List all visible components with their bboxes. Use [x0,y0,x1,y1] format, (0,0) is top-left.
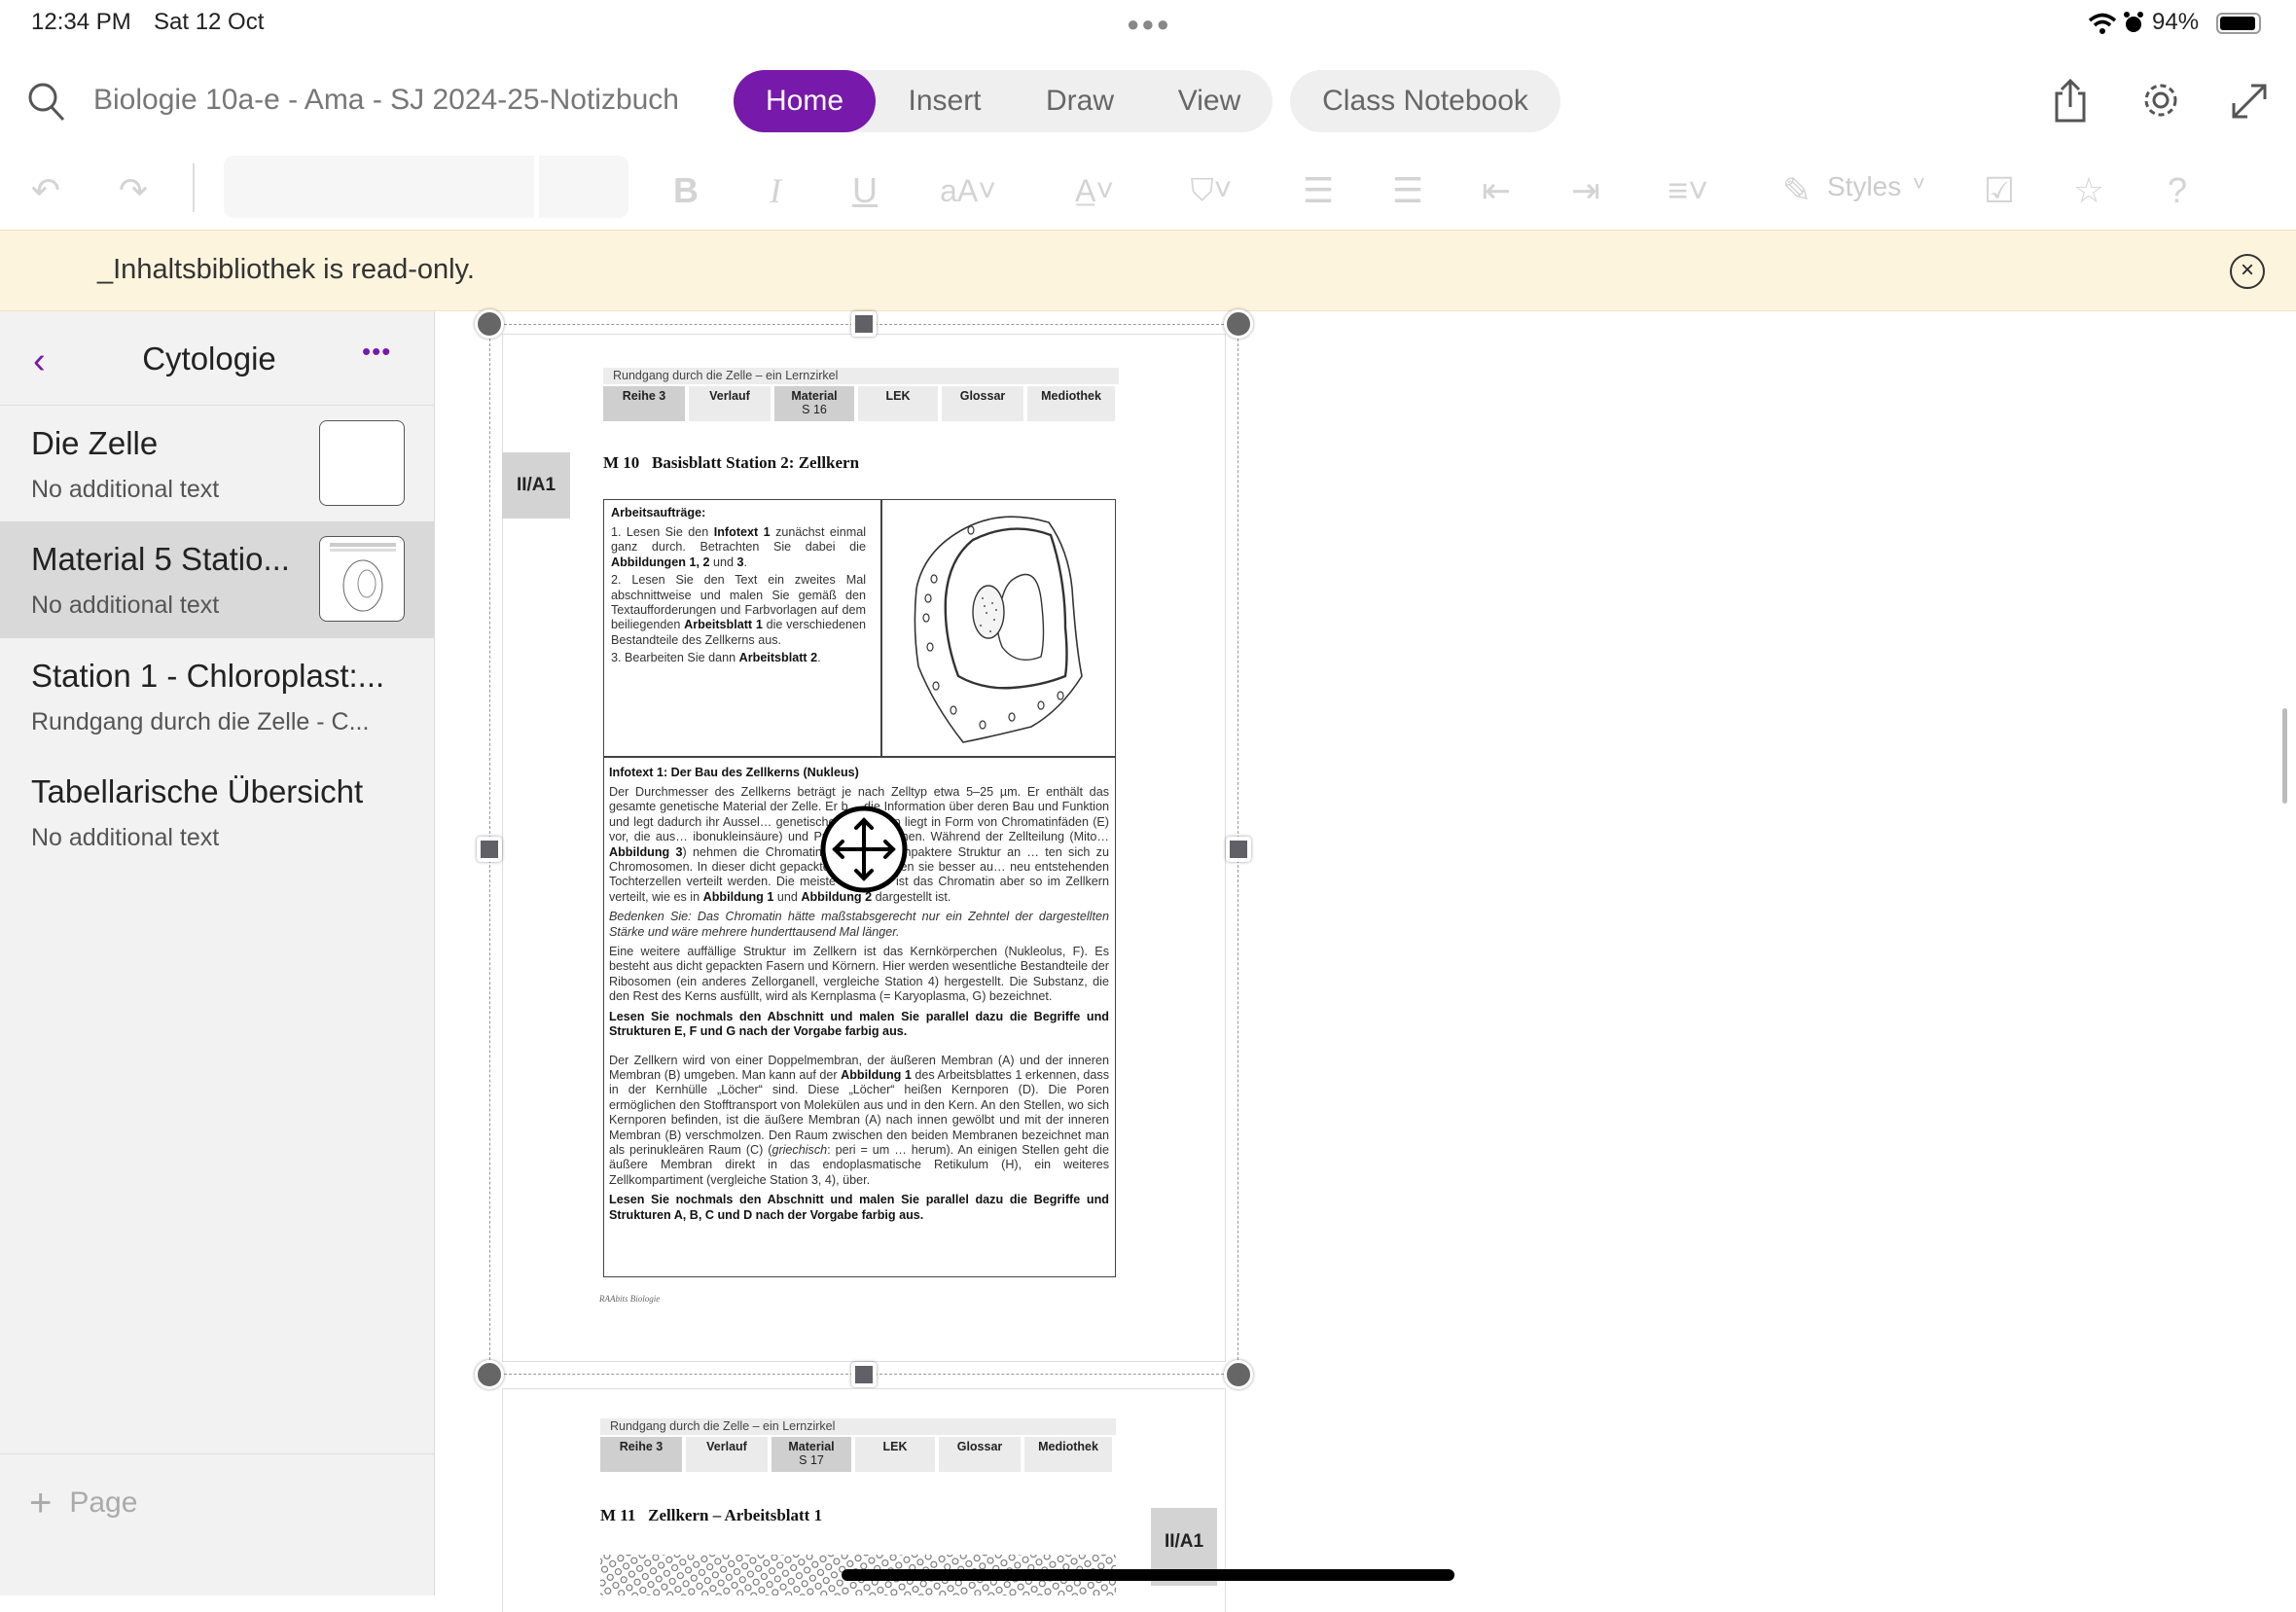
share-icon[interactable] [2051,78,2090,123]
doc-nav-tab: Mediothek [1024,1437,1112,1472]
doc-nav-tab-label: Reihe 3 [619,1440,664,1453]
alignment-icon[interactable]: ≡˅ [1649,163,1727,218]
add-page-button[interactable]: + Page [29,1479,137,1527]
tab-view[interactable]: View [1148,70,1271,132]
doc-nav-tab: Glossar [939,1437,1021,1472]
doc-nav-tab: Reihe 3 [600,1437,682,1472]
expand-icon[interactable] [2230,82,2269,121]
battery-icon [2216,13,2261,34]
doc-nav-tab: LEK [855,1437,935,1472]
underline-icon[interactable]: U [841,163,889,218]
page-item-title: Station 1 - Chloroplast:... [31,658,385,694]
more-options-icon[interactable]: ••• [362,337,391,367]
page-item-tabellarische-uebersicht[interactable]: Tabellarische Übersicht No additional te… [0,754,434,871]
resize-handle-top-left[interactable] [475,309,504,339]
close-icon[interactable]: × [2230,254,2265,289]
battery-percent: 94% [2152,9,2200,35]
doc-nav-tab-label: Material [788,1440,835,1453]
notebook-title[interactable]: Biologie 10a-e - Ama - SJ 2024-25-Notizb… [93,84,679,117]
italic-icon[interactable]: I [751,163,800,218]
page-item-title: Die Zelle [31,425,159,461]
resize-handle-top-right[interactable] [1224,309,1253,339]
multitasking-dots-icon[interactable]: ●●● [1127,12,1171,37]
font-color-icon[interactable]: A̲˅ [1056,163,1133,218]
section-title: Cytologie [142,340,276,376]
page-thumbnail [319,420,405,506]
doc-header: Rundgang durch die Zelle – ein Lernzirke… [600,1418,1116,1435]
resize-handle-bottom-left[interactable] [475,1360,504,1389]
styles-button[interactable]: Styles [1827,171,1901,202]
tag-star-icon[interactable]: ☆ [2064,163,2113,218]
outdent-icon[interactable]: ⇤ [1472,163,1521,218]
undo-icon[interactable]: ↶ [21,163,70,218]
class-notebook-button[interactable]: Class Notebook [1290,70,1561,132]
vertical-scrollbar[interactable] [2282,708,2287,804]
page-item-subtitle: No additional text [31,476,220,503]
wifi-icon [2088,13,2117,34]
page-item-material-5[interactable]: Material 5 Statio... No additional text [0,521,434,638]
resize-handle-bottom[interactable] [851,1362,877,1387]
move-handle-icon[interactable] [819,805,909,894]
font-size-change-icon[interactable]: aA˅ [929,163,1007,218]
doc-nav-tab: Verlauf [686,1437,768,1472]
page-item-title: Material 5 Statio... [31,541,290,577]
doc-nav-tab-label: Mediothek [1038,1440,1098,1453]
page-list-sidebar: ‹ Cytologie ••• Die Zelle No additional … [0,311,435,1595]
status-bar: 12:34 PM Sat 12 Oct ●●● 94% [0,0,2296,47]
read-only-banner: _Inhaltsbibliothek is read-only. × [0,230,2296,311]
doc-title-text: Zellkern – Arbeitsblatt 1 [648,1506,823,1524]
resize-handle-top[interactable] [851,311,877,337]
font-size-field[interactable] [539,156,628,218]
bullet-list-icon[interactable]: ☰ [1294,163,1343,218]
resize-handle-left[interactable] [477,837,502,862]
banner-message: _Inhaltsbibliothek is read-only. [97,254,475,285]
styles-icon[interactable]: ✎ [1773,163,1821,218]
indent-icon[interactable]: ⇥ [1561,163,1610,218]
page-thumbnail [319,536,405,622]
doc-nav-tab-label: Verlauf [706,1440,747,1453]
tab-home[interactable]: Home [734,70,876,132]
page-item-subtitle: No additional text [31,591,220,619]
resize-handle-bottom-right[interactable] [1224,1360,1253,1389]
add-page-label: Page [69,1487,138,1519]
numbered-list-icon[interactable]: ☰ [1383,163,1432,218]
page-item-title: Tabellarische Übersicht [31,773,364,809]
toolbar-divider [193,163,195,212]
status-date: Sat 12 Oct [154,9,265,35]
highlighter-icon[interactable]: ⛉˅ [1172,163,1250,218]
search-icon[interactable] [27,82,66,123]
font-name-field[interactable] [224,156,534,218]
page-item-subtitle: No additional text [31,824,220,851]
doc-nav-tab-label: LEK [882,1440,908,1453]
page-item-subtitle: Rundgang durch die Zelle - C... [31,708,370,735]
status-time: 12:34 PM [31,9,131,35]
gear-icon[interactable] [2140,80,2181,121]
todo-checkbox-icon[interactable]: ☑ [1975,163,2024,218]
doc-nav-tab-label: Glossar [956,1440,1003,1453]
chevron-down-icon: ˅ [1913,171,1925,196]
alarm-icon [2124,12,2143,32]
help-icon[interactable]: ? [2153,163,2202,218]
tab-insert[interactable]: Insert [881,70,1008,132]
resize-handle-right[interactable] [1226,837,1251,862]
page-item-die-zelle[interactable]: Die Zelle No additional text [0,406,434,522]
page-item-station-1[interactable]: Station 1 - Chloroplast:... Rundgang dur… [0,638,434,755]
doc-nav-tab: Material S 17 [771,1437,851,1472]
plus-icon: + [29,1481,53,1524]
doc-title-number: M 11 [600,1506,636,1524]
home-indicator[interactable] [842,1569,1454,1581]
redo-icon[interactable]: ↷ [109,163,158,218]
tab-draw[interactable]: Draw [1018,70,1142,132]
doc-title: M 11 Zellkern – Arbeitsblatt 1 [600,1506,822,1525]
bold-icon[interactable]: B [662,163,710,218]
doc-nav-tab-page: S 17 [799,1453,824,1467]
